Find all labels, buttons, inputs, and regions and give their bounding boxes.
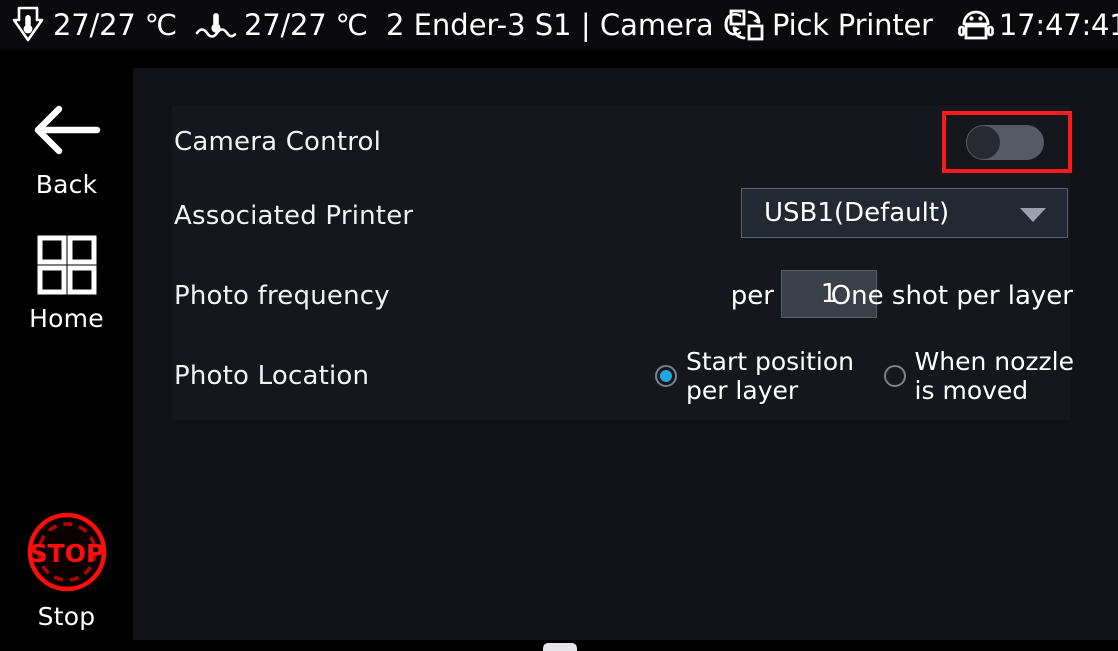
sidebar-item-back-label: Back (35, 170, 98, 199)
bed-temp-icon (195, 13, 237, 38)
radio-indicator-unselected (883, 365, 906, 387)
photo-location-label: Photo Location (174, 361, 370, 391)
content-panel: Camera Control Associated Printer USB1(D… (133, 68, 1118, 640)
stop-icon: STOP (27, 512, 106, 592)
sidebar-item-back[interactable]: Back (0, 99, 133, 199)
setting-row-camera-control: Camera Control (172, 105, 1072, 179)
nozzle-temp-icon (12, 6, 44, 42)
bed-temperature-group[interactable]: 27/27 ℃ (195, 5, 368, 45)
nozzle-temperature-value: 27/27 ℃ (53, 8, 177, 42)
page-title: 2 Ender-3 S1 | Camera Control (385, 8, 741, 42)
camera-control-toggle[interactable] (966, 125, 1044, 160)
radio-label-start-position: Start position per layer (685, 347, 854, 405)
toggle-knob (967, 126, 1000, 159)
sidebar-item-home-label: Home (29, 304, 104, 333)
photo-frequency-label: Photo frequency (174, 281, 390, 311)
bed-temperature-value: 27/27 ℃ (243, 8, 368, 42)
chevron-down-icon (1020, 208, 1046, 222)
photo-frequency-prefix: per (730, 281, 774, 311)
arrow-left-icon (34, 105, 100, 155)
settings-list: Camera Control Associated Printer USB1(D… (172, 105, 1074, 420)
radio-option-nozzle-moved[interactable]: When nozzle is moved (883, 347, 1074, 405)
radio-label-nozzle-moved: When nozzle is moved (914, 347, 1074, 405)
page-title-wrap: 2 Ender-3 S1 | Camera Control (386, 3, 741, 47)
camera-control-control (900, 105, 1072, 179)
clock-time: 17:47:41 (998, 8, 1118, 42)
sidebar-item-stop-label: Stop (37, 602, 96, 631)
sidebar-item-stop[interactable]: STOP Stop (0, 510, 133, 631)
nozzle-temperature-group[interactable]: 27/27 ℃ (10, 5, 177, 45)
clock-group[interactable]: 17:47:41 (956, 5, 1118, 45)
photo-frequency-control: per 1 One shot per layer (640, 259, 1073, 333)
sidebar: Back Home STOP Stop (0, 55, 133, 651)
associated-printer-label: Associated Printer (174, 201, 414, 231)
stop-badge-text: STOP (29, 539, 104, 568)
camera-control-label: Camera Control (174, 127, 382, 157)
photo-location-control: Start position per layer When nozzle is … (640, 339, 1074, 413)
associated-printer-control: USB1(Default) (730, 179, 1070, 253)
associated-printer-value: USB1(Default) (764, 198, 950, 228)
status-bar: 27/27 ℃ 27/27 ℃ 2 Ender-3 S1 | Camera Co… (0, 0, 1118, 50)
robot-icon (958, 10, 994, 40)
setting-row-photo-frequency: Photo frequency per 1 One shot per layer (172, 259, 1073, 333)
photo-frequency-suffix: One shot per layer (830, 281, 1073, 311)
associated-printer-select[interactable]: USB1(Default) (741, 188, 1068, 238)
pick-printer-button[interactable]: Pick Printer (728, 5, 933, 45)
grid-squares-icon (37, 235, 96, 295)
radio-option-start-position[interactable]: Start position per layer (654, 347, 854, 405)
sidebar-item-home[interactable]: Home (0, 235, 133, 333)
home-indicator[interactable] (543, 643, 577, 651)
pick-printer-label: Pick Printer (771, 8, 933, 42)
setting-row-photo-location: Photo Location Start position per layer … (172, 339, 1074, 413)
status-bar-divider (0, 50, 1118, 55)
radio-indicator-selected (654, 365, 677, 387)
app-screen: 27/27 ℃ 27/27 ℃ 2 Ender-3 S1 | Camera Co… (0, 0, 1118, 651)
setting-row-associated-printer: Associated Printer USB1(Default) (172, 179, 1070, 253)
